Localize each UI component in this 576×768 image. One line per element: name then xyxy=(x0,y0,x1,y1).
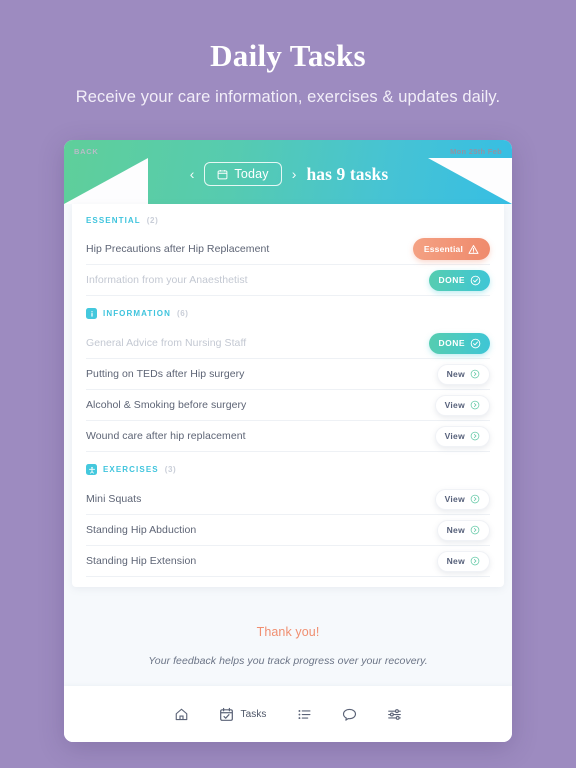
calendar-check-icon xyxy=(219,707,234,722)
exercise-person-icon xyxy=(86,464,97,475)
task-title: Wound care after hip replacement xyxy=(86,430,246,442)
calendar-icon xyxy=(217,169,228,180)
today-button-label: Today xyxy=(234,167,269,181)
section-count: (6) xyxy=(176,309,189,318)
task-row[interactable]: Hip Precautions after Hip Replacement Ess… xyxy=(86,234,490,265)
task-status-badge-label: Essential xyxy=(423,244,463,254)
task-status-badge-plain[interactable]: New xyxy=(436,519,490,541)
task-row[interactable]: Standing Hip Extension New xyxy=(86,546,490,577)
task-status-badge-plain[interactable]: New xyxy=(436,363,490,385)
bottom-tab-bar: Tasks xyxy=(64,686,512,742)
task-status-badge-label: New xyxy=(446,525,465,535)
task-title: General Advice from Nursing Staff xyxy=(86,337,247,349)
thank-you-subtitle: Your feedback helps you track progress o… xyxy=(148,655,428,667)
tab-chat-bubble[interactable] xyxy=(342,707,357,722)
task-title: Information from your Anaesthetist xyxy=(86,274,248,286)
task-status-badge-plain[interactable]: New xyxy=(436,550,490,572)
task-status-badge-plain[interactable]: View xyxy=(434,425,490,447)
section-label: ESSENTIAL xyxy=(86,216,141,225)
info-icon xyxy=(86,308,97,319)
task-title: Putting on TEDs after Hip surgery xyxy=(86,368,245,380)
task-title: Alcohol & Smoking before surgery xyxy=(86,399,247,411)
chevron-right-circle-icon xyxy=(470,556,480,566)
task-status-badge-label: DONE xyxy=(438,338,465,348)
task-status-badge-label: DONE xyxy=(438,275,465,285)
section-header-exercises: EXERCISES (3) xyxy=(72,452,504,484)
task-status-badge-essential[interactable]: Essential xyxy=(412,238,490,260)
task-status-badge-label: New xyxy=(446,556,465,566)
task-row[interactable]: Mini Squats View xyxy=(86,484,490,515)
previous-day-button[interactable]: ‹ xyxy=(188,167,197,181)
tab-home[interactable] xyxy=(174,707,189,722)
task-count-label: has 9 tasks xyxy=(306,163,389,184)
tab-sliders[interactable] xyxy=(387,707,402,722)
today-button[interactable]: Today xyxy=(204,162,282,186)
section-label: INFORMATION xyxy=(103,309,171,318)
chevron-right-circle-icon xyxy=(470,431,480,441)
section-label: EXERCISES xyxy=(103,465,159,474)
back-button[interactable]: BACK xyxy=(74,147,98,156)
task-status-badge-plain[interactable]: View xyxy=(434,488,490,510)
chevron-right-circle-icon xyxy=(470,525,480,535)
task-row[interactable]: Putting on TEDs after Hip surgery New xyxy=(86,359,490,390)
warning-triangle-icon xyxy=(468,244,479,255)
thank-you-title: Thank you! xyxy=(256,625,320,639)
section-count: (2) xyxy=(146,216,159,225)
tab-list[interactable] xyxy=(297,707,312,722)
current-date-label: Mon 25th Feb xyxy=(450,147,502,156)
task-title: Mini Squats xyxy=(86,493,142,505)
check-circle-icon xyxy=(470,275,481,286)
next-day-button[interactable]: › xyxy=(290,167,299,181)
page-subtitle: Receive your care information, exercises… xyxy=(75,87,501,106)
task-row[interactable]: Information from your Anaesthetist DONE xyxy=(86,265,490,296)
task-row[interactable]: General Advice from Nursing Staff DONE xyxy=(86,328,490,359)
task-title: Standing Hip Abduction xyxy=(86,524,197,536)
task-row[interactable]: Standing Hip Abduction New xyxy=(86,515,490,546)
task-status-badge-plain[interactable]: View xyxy=(434,394,490,416)
task-status-badge-label: New xyxy=(446,369,465,379)
tab-calendar-check[interactable]: Tasks xyxy=(219,707,266,722)
app-header-topbar: BACK Mon 25th Feb xyxy=(64,140,512,156)
chevron-right-circle-icon xyxy=(470,400,480,410)
section-header-essential: ESSENTIAL (2) xyxy=(72,204,504,234)
task-status-badge-label: View xyxy=(444,431,465,441)
chevron-right-circle-icon xyxy=(470,494,480,504)
task-list-panel: ESSENTIAL (2) Hip Precautions after Hip Re… xyxy=(72,204,504,587)
list-icon xyxy=(297,707,312,722)
task-row[interactable]: Wound care after hip replacement View xyxy=(86,421,490,452)
chat-bubble-icon xyxy=(342,707,357,722)
task-title: Hip Precautions after Hip Replacement xyxy=(86,243,270,255)
task-row[interactable]: Alcohol & Smoking before surgery View xyxy=(86,390,490,421)
day-navigation: ‹ Today › has 9 tasks xyxy=(64,162,512,186)
task-status-badge-label: View xyxy=(444,400,465,410)
app-preview-card: BACK Mon 25th Feb ‹ Today › has 9 tasks xyxy=(64,140,512,742)
section-header-information: INFORMATION (6) xyxy=(72,296,504,328)
task-title: Standing Hip Extension xyxy=(86,555,197,567)
section-count: (3) xyxy=(164,465,177,474)
page-title: Daily Tasks xyxy=(210,38,366,73)
tab-label: Tasks xyxy=(240,708,267,720)
app-header: BACK Mon 25th Feb ‹ Today › has 9 tasks xyxy=(64,140,512,204)
thank-you-block: Thank you! Your feedback helps you track… xyxy=(64,587,512,667)
task-status-badge-done[interactable]: DONE xyxy=(429,332,490,354)
check-circle-icon xyxy=(470,338,481,349)
chevron-right-circle-icon xyxy=(470,369,480,379)
task-status-badge-label: View xyxy=(444,494,465,504)
task-status-badge-done[interactable]: DONE xyxy=(429,269,490,291)
home-icon xyxy=(174,707,189,722)
page-header: Daily Tasks Receive your care informatio… xyxy=(0,0,576,107)
sliders-icon xyxy=(387,707,402,722)
